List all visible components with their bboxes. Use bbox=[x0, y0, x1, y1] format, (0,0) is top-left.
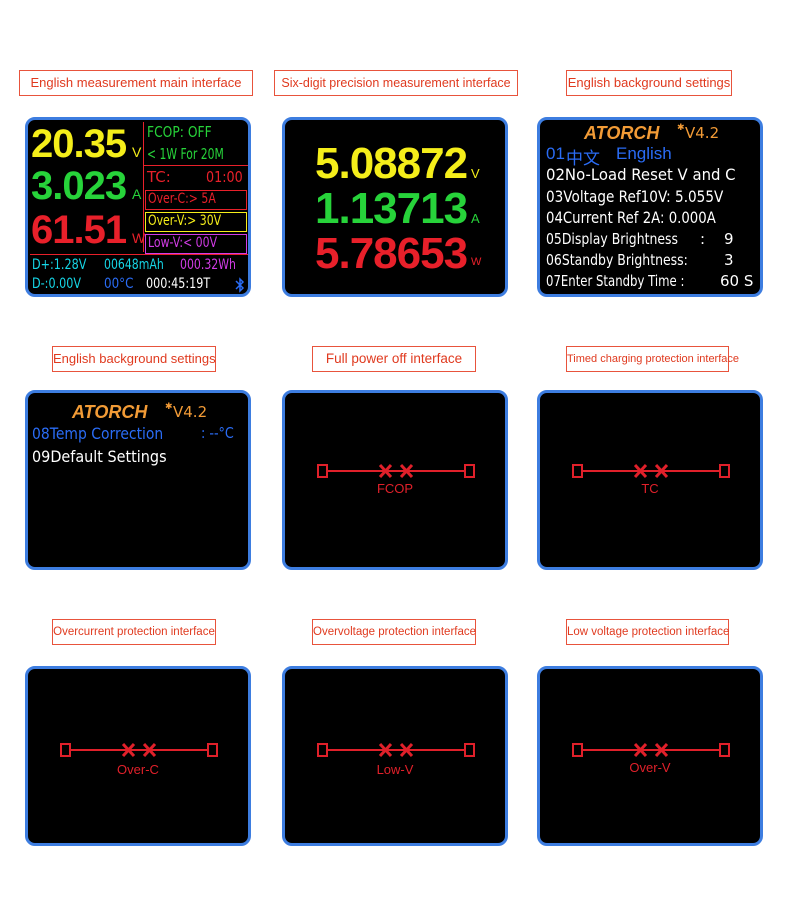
atorch-logo: ATORCH bbox=[72, 402, 148, 422]
right-panel-divider bbox=[143, 122, 144, 252]
protection-label: FCOP bbox=[376, 481, 414, 496]
fcop-status: FCOP: OFF bbox=[147, 123, 212, 141]
item06-value: 3 bbox=[724, 251, 734, 269]
item05-display-brightness[interactable]: 05Display Brightness bbox=[546, 230, 678, 248]
item08-value: : --°C bbox=[201, 424, 234, 442]
screen-settings-2: ATORCH ✱ V4.2 08Temp Correction : --°C 0… bbox=[25, 390, 251, 570]
current-unit: A bbox=[132, 186, 142, 202]
caption-full-power-off: Full power off interface bbox=[312, 346, 476, 372]
capacity-mah: 00648mAh bbox=[104, 257, 164, 273]
item05-value: 9 bbox=[724, 230, 734, 248]
protection-label: Over-C bbox=[117, 762, 159, 777]
power-reading: 61.51 bbox=[31, 208, 127, 252]
caption-background-settings-2: English background settings bbox=[52, 346, 216, 372]
disconnected-circuit-icon bbox=[60, 742, 218, 758]
screen-overcurrent: Over-C bbox=[25, 666, 251, 846]
item09-default-settings[interactable]: 09Default Settings bbox=[32, 447, 167, 466]
item04-current-ref[interactable]: 04Current Ref 2A: 0.000A bbox=[546, 208, 716, 227]
dminus-voltage: D-:0.00V bbox=[32, 276, 82, 292]
disconnected-circuit-icon bbox=[572, 742, 730, 758]
screen-full-power-off: FCOP bbox=[282, 390, 508, 570]
precision-current: 1.13713 bbox=[315, 184, 468, 233]
item08-temp-correction[interactable]: 08Temp Correction bbox=[32, 424, 163, 443]
precision-current-unit: A bbox=[471, 211, 480, 226]
disconnected-circuit-icon bbox=[317, 742, 475, 758]
screen-precision-measurement: 5.08872 V 1.13713 A 5.78653 W bbox=[282, 117, 508, 297]
screen-low-voltage: Over-V bbox=[537, 666, 763, 846]
protection-label: Over-V bbox=[629, 760, 671, 775]
caption-low-voltage: Low voltage protection interface bbox=[566, 619, 729, 645]
caption-overvoltage: Overvoltage protection interface bbox=[312, 619, 476, 645]
precision-voltage: 5.08872 bbox=[315, 139, 468, 188]
divider-1 bbox=[144, 165, 248, 166]
bottom-divider bbox=[30, 254, 248, 255]
disconnected-circuit-icon bbox=[572, 463, 730, 479]
caption-main-interface: English measurement main interface bbox=[19, 70, 253, 96]
item07-standby-time[interactable]: 07Enter Standby Time : bbox=[546, 272, 684, 290]
over-c-setting: Over-C:> 5A bbox=[148, 191, 216, 207]
precision-power-unit: W bbox=[471, 256, 482, 268]
voltage-reading: 20.35 bbox=[31, 122, 127, 166]
caption-precision-interface: Six-digit precision measurement interfac… bbox=[274, 70, 518, 96]
screen-overvoltage: Low-V bbox=[282, 666, 508, 846]
item02-no-load-reset[interactable]: 02No-Load Reset V and C bbox=[546, 165, 736, 184]
screen-settings-1: ATORCH ✱ V4.2 01 中文 English 02No-Load Re… bbox=[537, 117, 763, 297]
dplus-voltage: D+:1.28V bbox=[32, 257, 87, 273]
protection-label: Low-V bbox=[376, 762, 414, 777]
logo-star-icon: ✱ bbox=[165, 401, 173, 411]
temperature: 00°C bbox=[104, 276, 134, 292]
disconnected-circuit-icon bbox=[317, 463, 475, 479]
item01-number: 01 bbox=[546, 144, 565, 163]
elapsed-time: 000:45:19T bbox=[146, 276, 211, 292]
low-v-setting: Low-V:< 00V bbox=[148, 235, 218, 251]
item07-value: 60 S bbox=[720, 272, 754, 290]
item06-standby-brightness[interactable]: 06Standby Brightness: bbox=[546, 251, 688, 269]
item01-english-option[interactable]: English bbox=[616, 144, 672, 164]
current-reading: 3.023 bbox=[31, 164, 127, 208]
bluetooth-icon bbox=[234, 277, 246, 293]
atorch-logo: ATORCH bbox=[584, 123, 660, 143]
voltage-unit: V bbox=[132, 144, 142, 160]
version-label: V4.2 bbox=[685, 124, 720, 142]
logo-star-icon: ✱ bbox=[677, 122, 685, 132]
energy-wh: 000.32Wh bbox=[180, 257, 236, 273]
tc-label: TC: bbox=[147, 168, 171, 186]
tc-value: 01:00 bbox=[206, 168, 243, 186]
caption-timed-charging: Timed charging protection interface bbox=[566, 346, 739, 372]
fcop-rule: < 1W For 20M bbox=[147, 145, 224, 163]
precision-voltage-unit: V bbox=[471, 166, 480, 181]
caption-overcurrent: Overcurrent protection interface bbox=[52, 619, 216, 645]
protection-label: TC bbox=[641, 481, 659, 496]
over-v-setting: Over-V:> 30V bbox=[148, 213, 222, 229]
item03-voltage-ref[interactable]: 03Voltage Ref10V: 5.055V bbox=[546, 187, 723, 206]
precision-power: 5.78653 bbox=[315, 229, 468, 278]
screen-main-measurement: 20.35 V 3.023 A 61.51 W FCOP: OFF < 1W F… bbox=[25, 117, 251, 297]
screen-timed-charging: TC bbox=[537, 390, 763, 570]
caption-background-settings: English background settings bbox=[566, 70, 732, 96]
item05-separator: : bbox=[700, 230, 706, 248]
version-label: V4.2 bbox=[173, 403, 208, 421]
